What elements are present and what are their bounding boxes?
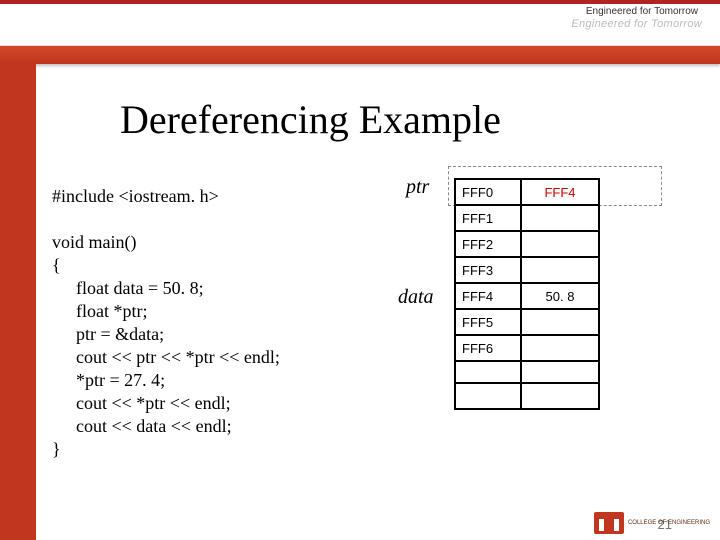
mem-gap xyxy=(455,361,521,383)
mem-val: 50. 8 xyxy=(521,283,599,309)
table-row: FFF1 xyxy=(455,205,599,231)
code-line: ptr = &data; xyxy=(52,323,164,346)
code-line: cout << ptr << *ptr << endl; xyxy=(52,346,280,369)
code-line: { xyxy=(52,255,61,275)
table-row xyxy=(455,361,599,383)
code-line: #include <iostream. h> xyxy=(52,186,219,206)
tagline-text: Engineered for Tomorrow xyxy=(586,6,698,17)
mem-addr: FFF1 xyxy=(455,205,521,231)
table-row: FFF450. 8 xyxy=(455,283,599,309)
code-line: float data = 50. 8; xyxy=(52,277,204,300)
code-block: #include <iostream. h> void main() { flo… xyxy=(52,162,280,461)
mem-addr: FFF3 xyxy=(455,257,521,283)
table-row: FFF2 xyxy=(455,231,599,257)
code-line: *ptr = 27. 4; xyxy=(52,369,165,392)
footer-logo-text: COLLEGE OF ENGINEERING xyxy=(628,520,710,527)
mem-val xyxy=(521,335,599,361)
page-title: Dereferencing Example xyxy=(120,96,501,143)
footer-logo: COLLEGE OF ENGINEERING xyxy=(594,512,710,534)
mvj-logo-icon xyxy=(594,512,624,534)
mem-addr: FFF4 xyxy=(455,283,521,309)
mem-val xyxy=(521,309,599,335)
mem-addr: FFF6 xyxy=(455,335,521,361)
table-row: FFF3 xyxy=(455,257,599,283)
code-line: cout << data << endl; xyxy=(52,415,232,438)
table-row xyxy=(455,383,599,409)
slide-root: Engineered for Tomorrow Engineered for T… xyxy=(0,0,720,540)
mem-val: FFF4 xyxy=(521,179,599,205)
code-line: } xyxy=(52,439,61,459)
memory-table: FFF0FFF4 FFF1 FFF2 FFF3 FFF450. 8 FFF5 F… xyxy=(454,178,600,410)
pointer-label-ptr: ptr xyxy=(406,176,429,199)
table-row: FFF6 xyxy=(455,335,599,361)
code-line: cout << *ptr << endl; xyxy=(52,392,231,415)
mem-val xyxy=(521,205,599,231)
header-strip: Engineered for Tomorrow Engineered for T… xyxy=(0,4,720,46)
mem-addr xyxy=(455,383,521,409)
left-red-stripe xyxy=(0,64,36,540)
mem-addr: FFF0 xyxy=(455,179,521,205)
code-line: void main() xyxy=(52,232,136,252)
pointer-label-data: data xyxy=(398,286,434,309)
table-row: FFF0FFF4 xyxy=(455,179,599,205)
mem-val xyxy=(521,231,599,257)
mem-val xyxy=(521,383,599,409)
mem-val xyxy=(521,257,599,283)
mem-addr: FFF2 xyxy=(455,231,521,257)
mem-gap xyxy=(521,361,599,383)
orange-band xyxy=(0,46,720,64)
code-line: float *ptr; xyxy=(52,300,147,323)
table-row: FFF5 xyxy=(455,309,599,335)
mem-addr: FFF5 xyxy=(455,309,521,335)
tagline-watermark: Engineered for Tomorrow xyxy=(571,18,702,30)
